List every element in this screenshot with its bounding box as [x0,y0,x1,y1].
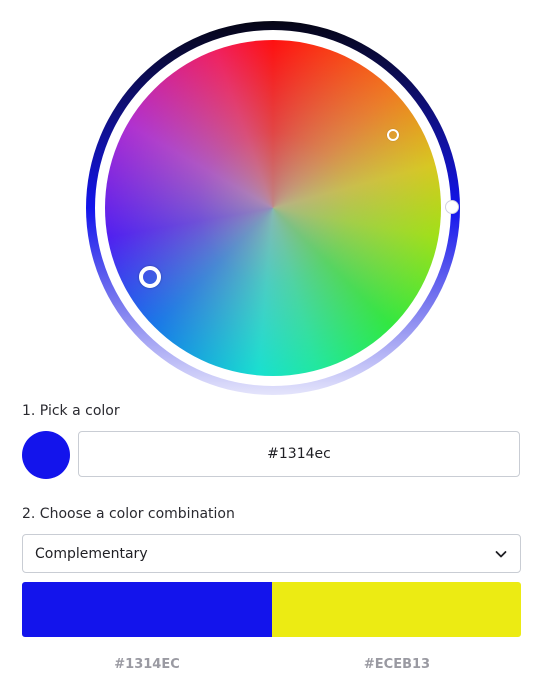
combination-select-value: Complementary [35,545,148,562]
primary-color-handle[interactable] [139,266,161,288]
palette-hex-2: #ECEB13 [363,657,431,672]
combination-select[interactable]: Complementary [22,534,521,573]
brightness-handle[interactable] [445,200,459,214]
color-palette [22,582,521,637]
color-wheel-tool: 1. Pick a color 2. Choose a color combin… [0,0,541,679]
hex-input[interactable] [78,431,520,477]
selected-color-swatch[interactable] [22,431,70,479]
palette-hex-1: #1314EC [114,657,180,672]
color-wheel[interactable] [86,21,460,395]
step2-label: 2. Choose a color combination [22,506,235,522]
palette-swatch-2[interactable] [271,582,521,637]
step1-label: 1. Pick a color [22,403,120,419]
hue-saturation-wheel[interactable] [105,40,441,376]
chevron-down-icon [495,550,507,557]
palette-swatch-1[interactable] [22,582,272,637]
complementary-color-handle [387,129,399,141]
